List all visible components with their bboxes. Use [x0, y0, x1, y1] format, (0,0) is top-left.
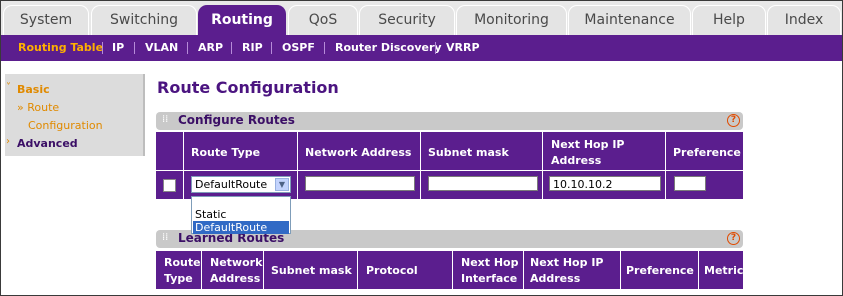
route-type-dropdown-list: Static DefaultRoute [191, 196, 291, 234]
nav-route-configuration[interactable]: Configuration [28, 119, 103, 132]
col-next-hop-ip: Next Hop IP [551, 138, 625, 151]
drag-grip-icon: ⁞⁞ [162, 114, 169, 125]
route-type-option-static[interactable]: Static [193, 208, 289, 221]
submenu-separator [134, 42, 135, 54]
subnet-mask-input[interactable] [428, 176, 538, 191]
col-next-hop-ip: Next Hop IP [530, 256, 604, 269]
submenu-separator [324, 42, 325, 54]
tab-index[interactable]: Index [767, 5, 841, 35]
next-hop-ip-input[interactable]: 10.10.10.2 [549, 176, 661, 191]
drag-grip-icon: ⁞⁞ [162, 232, 169, 243]
route-type-option-defaultroute[interactable]: DefaultRoute [193, 221, 289, 234]
col-protocol: Protocol [366, 264, 418, 277]
page-title: Route Configuration [157, 78, 339, 97]
row-select-checkbox[interactable] [163, 179, 176, 192]
configure-routes-title: Configure Routes [178, 113, 295, 127]
submenu-bar: Routing Table IP VLAN ARP RIP OSPF Route… [1, 35, 842, 61]
tab-routing[interactable]: Routing [198, 5, 286, 35]
tab-maintenance[interactable]: Maintenance [568, 5, 691, 35]
network-address-input[interactable] [305, 176, 415, 191]
nav-basic[interactable]: Basic [17, 83, 50, 96]
route-type-selected: DefaultRoute [195, 178, 268, 191]
tab-monitoring[interactable]: Monitoring [456, 5, 567, 35]
submenu-vlan[interactable]: VLAN [145, 35, 178, 61]
route-type-select[interactable]: DefaultRoute ▼ [191, 176, 291, 193]
col-metric: Metric [704, 264, 744, 277]
left-nav: ˅ Basic » Route Configuration › Advanced [5, 74, 145, 156]
submenu-separator [187, 42, 188, 54]
nav-advanced[interactable]: Advanced [17, 137, 78, 150]
tab-security[interactable]: Security [359, 5, 455, 35]
col-preference: Preference [626, 264, 694, 277]
col-next-hop-interface: Interface [461, 272, 518, 285]
expanded-arrow-icon: ˅ [6, 82, 11, 93]
configure-routes-header: ⁞⁞ Configure Routes ? [156, 112, 743, 130]
help-icon[interactable]: ? [727, 232, 740, 245]
help-icon[interactable]: ? [727, 114, 740, 127]
submenu-separator [435, 42, 436, 54]
col-network-address: Address [210, 272, 261, 285]
preference-input[interactable] [674, 176, 706, 191]
chevron-down-icon[interactable]: ▼ [275, 178, 289, 191]
tab-help[interactable]: Help [692, 5, 766, 35]
nav-route[interactable]: » Route [17, 101, 59, 114]
col-type: Type [164, 272, 193, 285]
tab-qos[interactable]: QoS [288, 5, 358, 35]
submenu-ip[interactable]: IP [112, 35, 124, 61]
app-frame: System Switching Routing QoS Security Mo… [0, 0, 843, 296]
configure-routes-row: DefaultRoute ▼ 10.10.10.2 [156, 171, 743, 199]
col-route: Route [164, 256, 201, 269]
tab-system[interactable]: System [3, 5, 89, 35]
submenu-ospf[interactable]: OSPF [282, 35, 315, 61]
top-tab-bar: System Switching Routing QoS Security Mo… [1, 1, 842, 35]
col-next-hop: Next Hop [461, 256, 519, 269]
submenu-rip[interactable]: RIP [242, 35, 263, 61]
tab-switching[interactable]: Switching [91, 5, 197, 35]
submenu-separator [231, 42, 232, 54]
col-subnet-mask: Subnet mask [428, 146, 509, 159]
col-network-address: Network Address [305, 146, 412, 159]
col-subnet-mask: Subnet mask [271, 264, 352, 277]
configure-routes-column-header: Route Type Network Address Subnet mask N… [156, 132, 743, 170]
col-preference: Preference [673, 146, 741, 159]
submenu-separator [271, 42, 272, 54]
collapsed-arrow-icon: › [6, 136, 10, 147]
submenu-separator [102, 42, 103, 54]
col-route-type: Route Type [191, 146, 261, 159]
learned-routes-column-header: Route Type Network Address Subnet mask P… [156, 251, 743, 289]
submenu-router-discovery[interactable]: Router Discovery [335, 35, 442, 61]
submenu-vrrp[interactable]: VRRP [446, 35, 480, 61]
col-next-hop-address: Address [551, 154, 602, 167]
submenu-underline [1, 61, 842, 69]
submenu-arp[interactable]: ARP [198, 35, 223, 61]
submenu-routing-table[interactable]: Routing Table [18, 35, 103, 61]
col-network: Network [210, 256, 263, 269]
col-next-hop-ip-address: Address [530, 272, 581, 285]
